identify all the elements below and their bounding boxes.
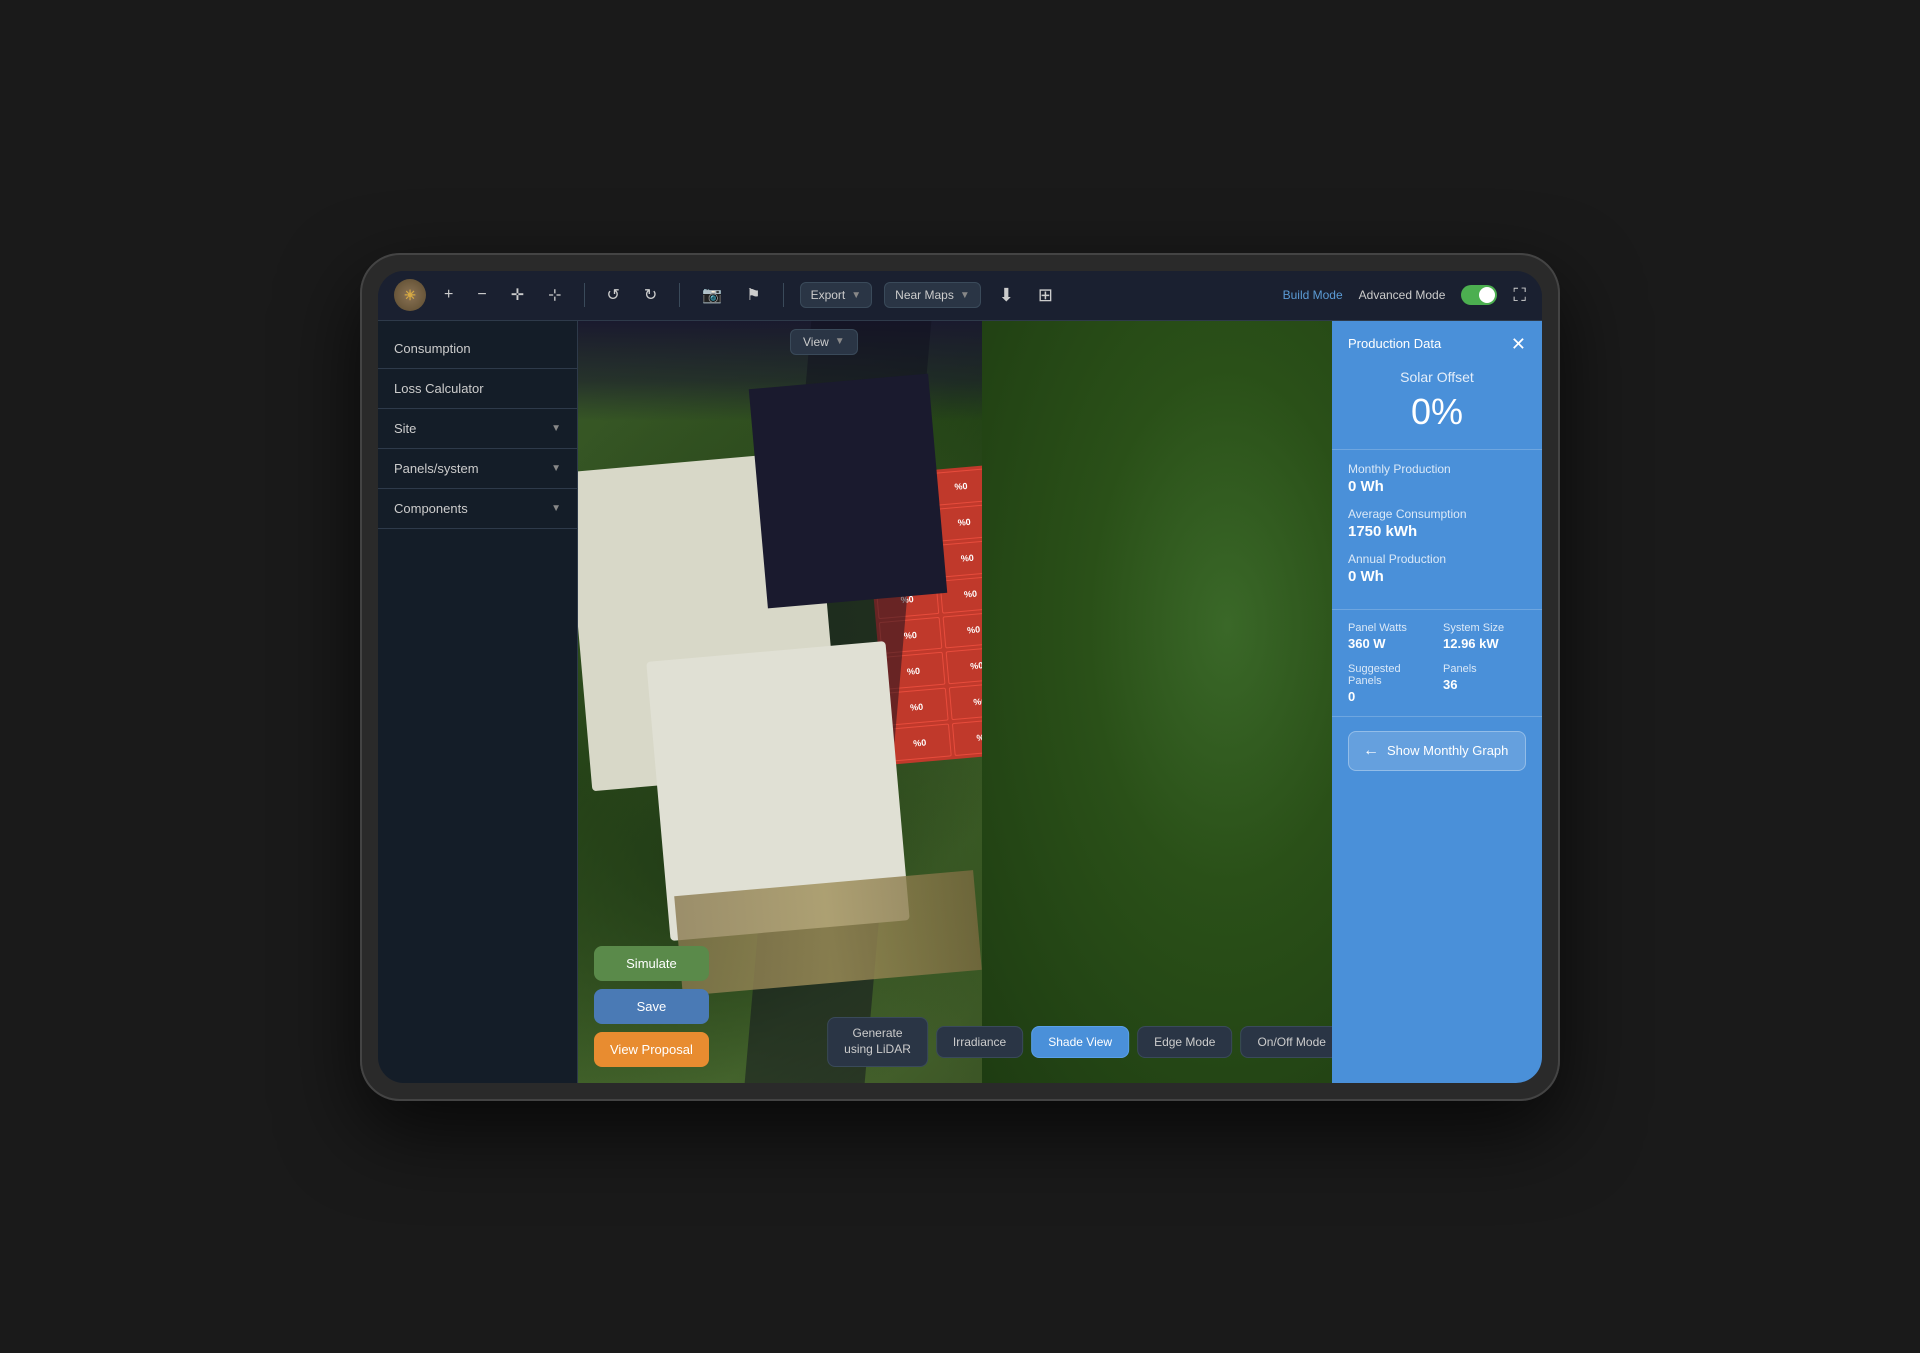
system-stats-grid: Panel Watts 360 W System Size 12.96 kW S… (1332, 610, 1542, 717)
view-bar: View ▼ (778, 321, 870, 363)
move-tool-button[interactable]: ✛ (505, 281, 530, 309)
layers-button[interactable]: ⊞ (1032, 281, 1059, 310)
toolbar: ☀ + − ✛ ⊹ ↺ ↻ 📷 ⚑ Export ▼ Near Maps ▼ ⬇… (378, 271, 1542, 321)
left-sidebar: Consumption Loss Calculator Site ▼ Panel… (378, 321, 578, 1083)
solar-offset-section: Solar Offset 0% (1332, 361, 1542, 450)
show-monthly-graph-button[interactable]: ← Show Monthly Graph (1348, 731, 1526, 771)
advanced-mode-toggle[interactable] (1461, 285, 1497, 305)
build-mode-text: Build Mode (1283, 288, 1343, 302)
map-area[interactable]: View ▼ (578, 321, 1332, 1083)
monthly-production-row: Monthly Production 0 Wh (1348, 462, 1526, 495)
system-size-item: System Size 12.96 kW (1443, 622, 1526, 651)
view-dropdown[interactable]: View ▼ (790, 329, 858, 355)
sidebar-item-consumption[interactable]: Consumption (378, 329, 577, 369)
undo-button[interactable]: ↺ (601, 281, 626, 309)
fullscreen-button[interactable]: ⛶ (1513, 285, 1526, 306)
edge-mode-button[interactable]: Edge Mode (1137, 1026, 1232, 1058)
redo-button[interactable]: ↻ (638, 281, 663, 309)
arrow-left-icon: ← (1363, 742, 1379, 760)
monthly-production-label: Monthly Production (1348, 462, 1526, 476)
show-graph-label: Show Monthly Graph (1387, 743, 1508, 758)
consumption-label: Consumption (394, 341, 471, 356)
avg-consumption-row: Average Consumption 1750 kWh (1348, 507, 1526, 540)
components-arrow-icon: ▼ (551, 503, 561, 514)
sidebar-item-loss-calculator[interactable]: Loss Calculator (378, 369, 577, 409)
main-content: Consumption Loss Calculator Site ▼ Panel… (378, 321, 1542, 1083)
components-label: Components (394, 501, 468, 516)
left-bottom-buttons: Simulate Save View Proposal (594, 946, 709, 1067)
close-panel-button[interactable]: ✕ (1511, 335, 1526, 353)
near-maps-dropdown[interactable]: Near Maps ▼ (884, 282, 981, 308)
export-dropdown[interactable]: Export ▼ (800, 282, 873, 308)
near-maps-arrow-icon: ▼ (960, 290, 970, 301)
panel-watts-value: 360 W (1348, 636, 1431, 651)
loss-calculator-label: Loss Calculator (394, 381, 484, 396)
production-data-panel: Production Data ✕ Solar Offset 0% Monthl… (1332, 321, 1542, 1083)
site-label: Site (394, 421, 416, 436)
rotate-tool-button[interactable]: ⊹ (542, 281, 567, 309)
panel-header: Production Data ✕ (1332, 321, 1542, 361)
toolbar-divider-2 (679, 283, 680, 307)
zoom-out-button[interactable]: − (471, 282, 492, 308)
app-logo: ☀ (394, 279, 426, 311)
toolbar-divider-1 (584, 283, 585, 307)
suggested-panels-item: Suggested Panels 0 (1348, 663, 1431, 704)
simulate-button[interactable]: Simulate (594, 946, 709, 981)
near-maps-label: Near Maps (895, 288, 954, 302)
panel-cell: %0 (888, 723, 951, 761)
export-arrow-icon: ▼ (851, 290, 861, 301)
toolbar-divider-3 (783, 283, 784, 307)
panels-count-label: Panels (1443, 663, 1526, 675)
panel-watts-label: Panel Watts (1348, 622, 1431, 634)
advanced-mode-label: Advanced Mode (1359, 288, 1446, 302)
logo-icon: ☀ (404, 287, 417, 304)
monthly-production-value: 0 Wh (1348, 478, 1526, 495)
irradiance-button[interactable]: Irradiance (936, 1026, 1023, 1058)
panel-watts-item: Panel Watts 360 W (1348, 622, 1431, 651)
export-label: Export (811, 288, 846, 302)
annual-production-label: Annual Production (1348, 552, 1526, 566)
view-proposal-button[interactable]: View Proposal (594, 1032, 709, 1067)
save-button[interactable]: Save (594, 989, 709, 1024)
irradiance-label: Irradiance (953, 1035, 1006, 1049)
on-off-mode-button[interactable]: On/Off Mode (1240, 1026, 1332, 1058)
system-size-value: 12.96 kW (1443, 636, 1526, 651)
avg-consumption-value: 1750 kWh (1348, 523, 1526, 540)
zoom-in-button[interactable]: + (438, 282, 459, 308)
edge-mode-label: Edge Mode (1154, 1035, 1215, 1049)
panel-stats: Monthly Production 0 Wh Average Consumpt… (1332, 450, 1542, 610)
panels-system-arrow-icon: ▼ (551, 463, 561, 474)
camera-button[interactable]: 📷 (696, 281, 728, 309)
sidebar-item-components[interactable]: Components ▼ (378, 489, 577, 529)
generate-lidar-label: Generate (844, 1026, 911, 1042)
toolbar-right: Build Mode Advanced Mode ⛶ (1283, 285, 1526, 306)
view-label: View (803, 335, 829, 349)
download-button[interactable]: ⬇ (993, 281, 1020, 310)
generate-lidar-button[interactable]: Generate using LiDAR (827, 1017, 928, 1066)
generate-lidar-sublabel: using LiDAR (844, 1042, 911, 1058)
suggested-panels-value: 0 (1348, 689, 1431, 704)
screen: ☀ + − ✛ ⊹ ↺ ↻ 📷 ⚑ Export ▼ Near Maps ▼ ⬇… (378, 271, 1542, 1083)
sidebar-item-site[interactable]: Site ▼ (378, 409, 577, 449)
bottom-toolbar: Generate using LiDAR Irradiance Shade Vi… (827, 1017, 1332, 1066)
panels-system-label: Panels/system (394, 461, 479, 476)
panels-count-value: 36 (1443, 677, 1526, 692)
suggested-panels-label: Suggested Panels (1348, 663, 1431, 687)
solar-offset-value: 0% (1348, 391, 1526, 433)
shade-view-label: Shade View (1048, 1035, 1112, 1049)
view-arrow-icon: ▼ (835, 336, 845, 347)
solar-offset-label: Solar Offset (1348, 369, 1526, 385)
avg-consumption-label: Average Consumption (1348, 507, 1526, 521)
panel-title: Production Data (1348, 336, 1441, 351)
site-arrow-icon: ▼ (551, 423, 561, 434)
device-frame: ☀ + − ✛ ⊹ ↺ ↻ 📷 ⚑ Export ▼ Near Maps ▼ ⬇… (360, 253, 1560, 1101)
sidebar-item-panels-system[interactable]: Panels/system ▼ (378, 449, 577, 489)
flag-button[interactable]: ⚑ (740, 281, 766, 309)
on-off-mode-label: On/Off Mode (1257, 1035, 1325, 1049)
annual-production-value: 0 Wh (1348, 568, 1526, 585)
annual-production-row: Annual Production 0 Wh (1348, 552, 1526, 585)
system-size-label: System Size (1443, 622, 1526, 634)
shade-view-button[interactable]: Shade View (1031, 1026, 1129, 1058)
panels-count-item: Panels 36 (1443, 663, 1526, 704)
